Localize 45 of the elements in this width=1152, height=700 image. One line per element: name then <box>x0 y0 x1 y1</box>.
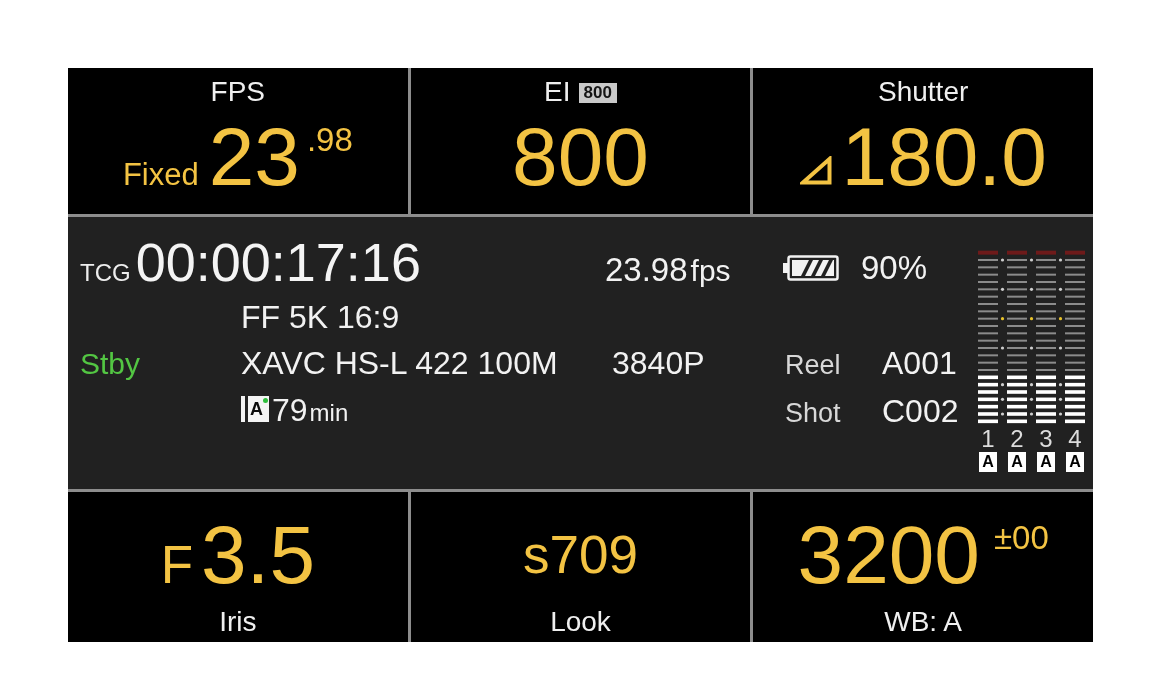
parameter-label: Iris <box>219 606 257 638</box>
channel-number: 2 <box>1010 427 1024 451</box>
remaining-unit: min <box>309 401 349 425</box>
audio-input-tag: A <box>1037 452 1055 472</box>
parameter-label: EI <box>544 76 571 108</box>
status-dot-icon <box>263 398 268 403</box>
timecode: 00:00:17:16 <box>135 235 421 289</box>
shot-label: Shot <box>785 397 841 430</box>
parameter-value: 180.0 <box>841 116 1047 198</box>
imager-mode: FF 5K 16:9 <box>241 299 400 335</box>
reel-label: Reel <box>785 349 841 382</box>
value-prefix: Fixed <box>122 159 199 190</box>
parameter-label: FPS <box>210 76 266 108</box>
bar-icon <box>241 396 246 422</box>
value-suffix: .98 <box>306 123 353 156</box>
shot-value: C002 <box>882 393 959 429</box>
battery-icon <box>783 255 839 281</box>
parameter-label: Look <box>550 606 611 638</box>
remaining-time: 79 <box>272 394 308 426</box>
record-status: Stby <box>80 346 141 382</box>
parameter-value: s709 <box>523 524 638 586</box>
timecode-label: TCG <box>80 261 131 285</box>
ei-tag: 800 <box>578 83 617 103</box>
audio-input-tag: A <box>1008 452 1026 472</box>
parameter-value: 800 <box>512 116 649 198</box>
resolution-text: 3840P <box>612 345 705 381</box>
value-suffix: ±00 <box>993 521 1049 554</box>
audio-input-tag: A <box>979 452 997 472</box>
value-prefix: F <box>160 538 193 591</box>
frame-rate: 23.98 <box>605 252 688 288</box>
codec-text: XAVC HS-L 422 100M <box>241 345 558 381</box>
channel-number: 4 <box>1068 427 1082 451</box>
reel-value: A001 <box>882 345 957 381</box>
battery-percent: 90% <box>861 250 928 286</box>
angle-icon <box>799 156 832 185</box>
parameter-value: 3200 <box>797 514 980 596</box>
media-slot-tag: A <box>248 396 269 422</box>
parameter-value: 3.5 <box>201 514 315 596</box>
parameter-label: Shutter <box>878 76 969 108</box>
channel-number: 3 <box>1039 427 1053 451</box>
parameter-label: WB: A <box>884 606 963 638</box>
parameter-value: 23 <box>208 116 300 198</box>
audio-input-tag: A <box>1066 452 1084 472</box>
channel-number: 1 <box>981 427 995 451</box>
frame-rate-unit: fps <box>690 253 731 289</box>
